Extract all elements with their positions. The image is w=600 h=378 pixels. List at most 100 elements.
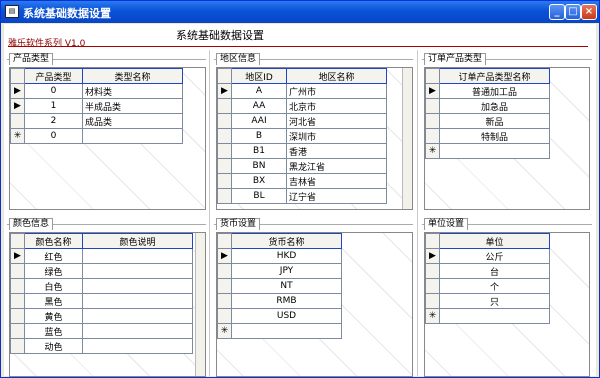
column-header[interactable]: 单位 [439,233,550,249]
column-header[interactable]: 订单产品类型名称 [439,68,550,84]
row-selector[interactable] [10,293,25,309]
product-type-grid[interactable]: 产品类型 类型名称 ▶ 0 材料类 ▶ 1 半成品类 2 成品类 ✳ 0 [9,67,206,210]
new-table-row[interactable]: ✳ 0 [10,128,183,144]
table-row[interactable]: AAI 河北省 [217,113,387,129]
row-selector[interactable] [217,188,232,204]
table-row[interactable]: 蓝色 [10,323,193,339]
row-selector[interactable] [425,263,440,279]
table-row[interactable]: 黑色 [10,293,193,309]
region-id-cell[interactable]: AAI [231,113,287,129]
region-id-cell[interactable]: B [231,128,287,144]
color-name-cell[interactable]: 黑色 [24,293,83,309]
new-row-asterisk-icon[interactable]: ✳ [217,323,232,339]
table-row[interactable]: ▶ A 广州市 [217,83,387,99]
region-name-cell[interactable]: 河北省 [286,113,387,129]
order-type-cell[interactable] [439,143,550,159]
column-header[interactable]: 产品类型 [24,68,83,84]
region-grid[interactable]: 地区ID 地区名称 ▶ A 广州市 AA 北京市 AAI 河北省 B 深圳市 B1 香港 B… [216,67,413,210]
row-pointer-icon[interactable]: ▶ [217,83,232,99]
table-row[interactable]: 2 成品类 [10,113,183,129]
column-header[interactable]: 类型名称 [82,68,183,84]
currency-cell[interactable]: NT [231,278,342,294]
table-row[interactable]: 特制品 [425,128,550,144]
new-table-row[interactable]: ✳ [425,143,550,159]
close-button[interactable]: × [581,4,597,20]
row-selector[interactable] [217,98,232,114]
region-name-cell[interactable]: 香港 [286,143,387,159]
table-row[interactable]: ▶ 1 半成品类 [10,98,183,114]
region-name-cell[interactable]: 北京市 [286,98,387,114]
column-header[interactable]: 地区名称 [286,68,387,84]
row-selector[interactable] [217,113,232,129]
color-desc-cell[interactable] [82,308,193,324]
order-type-cell[interactable]: 普通加工品 [439,83,550,99]
currency-cell[interactable]: HKD [231,248,342,264]
column-header[interactable]: 颜色说明 [82,233,193,249]
table-row[interactable]: 绿色 [10,263,193,279]
table-row[interactable]: BX 吉林省 [217,173,387,189]
row-pointer-icon[interactable]: ▶ [425,83,440,99]
maximize-button[interactable]: □ [565,4,581,20]
currency-grid[interactable]: 货币名称 ▶ HKD JPY NT RMB USD ✳ [216,232,413,377]
minimize-button[interactable]: _ [549,4,565,20]
row-selector[interactable] [217,128,232,144]
unit-grid[interactable]: 单位 ▶ 公斤 台 个 只 ✳ [424,232,590,377]
table-row[interactable]: 个 [425,278,550,294]
row-selector[interactable] [425,98,440,114]
table-row[interactable]: 黄色 [10,308,193,324]
row-selector[interactable] [10,338,25,354]
currency-cell[interactable]: JPY [231,263,342,279]
color-name-cell[interactable]: 白色 [24,278,83,294]
table-row[interactable]: BL 辽宁省 [217,188,387,204]
column-header[interactable]: 地区ID [231,68,287,84]
color-grid[interactable]: 颜色名称 颜色说明 ▶ 红色 绿色 白色 黑色 黄色 蓝色 动色 [9,232,206,377]
new-table-row[interactable]: ✳ [217,323,342,339]
vertical-scrollbar[interactable] [402,68,412,209]
type-code-cell[interactable]: 0 [24,83,83,99]
region-id-cell[interactable]: AA [231,98,287,114]
color-name-cell[interactable]: 动色 [24,338,83,354]
vertical-scrollbar[interactable] [195,233,205,376]
new-row-asterisk-icon[interactable]: ✳ [425,308,440,324]
region-id-cell[interactable]: BN [231,158,287,174]
color-name-cell[interactable]: 绿色 [24,263,83,279]
type-name-cell[interactable]: 半成品类 [82,98,183,114]
unit-cell[interactable]: 台 [439,263,550,279]
table-row[interactable]: ▶ HKD [217,248,342,264]
new-row-asterisk-icon[interactable]: ✳ [425,143,440,159]
color-desc-cell[interactable] [82,248,193,264]
type-name-cell[interactable]: 材料类 [82,83,183,99]
table-row[interactable]: 只 [425,293,550,309]
row-selector[interactable] [217,158,232,174]
row-selector[interactable] [425,113,440,129]
column-header[interactable]: 货币名称 [231,233,342,249]
row-selector[interactable] [217,278,232,294]
type-name-cell[interactable]: 成品类 [82,113,183,129]
currency-cell[interactable] [231,323,342,339]
table-row[interactable]: 动色 [10,338,193,354]
table-row[interactable]: 加急品 [425,98,550,114]
region-name-cell[interactable]: 黑龙江省 [286,158,387,174]
row-selector[interactable] [425,128,440,144]
table-row[interactable]: USD [217,308,342,324]
color-name-cell[interactable]: 黄色 [24,308,83,324]
row-selector[interactable] [217,173,232,189]
row-pointer-icon[interactable]: ▶ [425,248,440,264]
row-pointer-icon[interactable]: ▶ [217,248,232,264]
type-name-cell[interactable] [82,128,183,144]
row-selector[interactable] [425,278,440,294]
color-desc-cell[interactable] [82,278,193,294]
unit-cell[interactable]: 公斤 [439,248,550,264]
region-id-cell[interactable]: BL [231,188,287,204]
table-row[interactable]: ▶ 红色 [10,248,193,264]
color-desc-cell[interactable] [82,323,193,339]
row-selector[interactable] [425,293,440,309]
order-type-cell[interactable]: 新品 [439,113,550,129]
row-selector[interactable] [217,293,232,309]
table-row[interactable]: 新品 [425,113,550,129]
table-row[interactable]: JPY [217,263,342,279]
order-type-cell[interactable]: 加急品 [439,98,550,114]
color-name-cell[interactable]: 红色 [24,248,83,264]
type-code-cell[interactable]: 1 [24,98,83,114]
table-row[interactable]: ▶ 0 材料类 [10,83,183,99]
